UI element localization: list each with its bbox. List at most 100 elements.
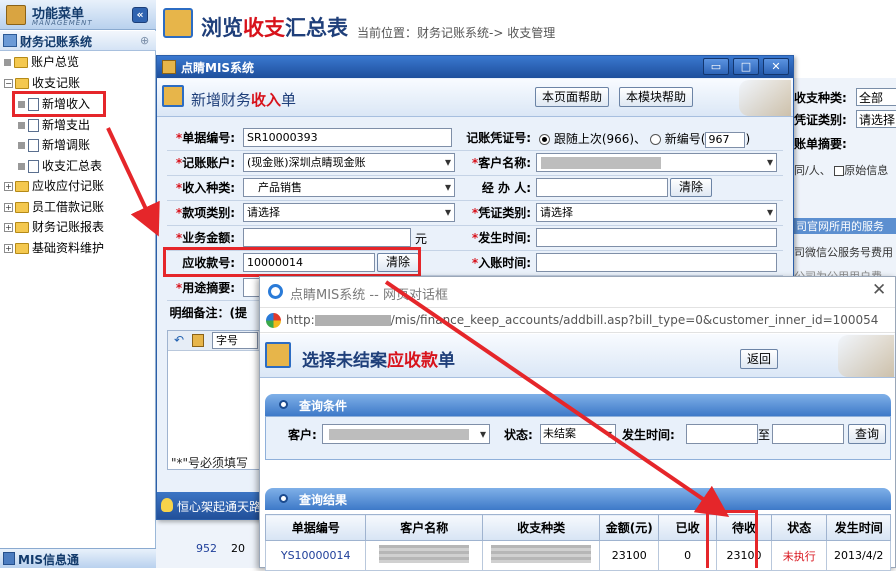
form-row: *款项类别: 请选择 *凭证类别: 请选择 xyxy=(167,201,783,226)
expand-node-icon[interactable]: + xyxy=(4,223,13,232)
remark-label: 明细备注：(提 xyxy=(169,306,248,320)
bg-type-select[interactable]: 全部 xyxy=(856,88,896,106)
query-panel: 客户: 状态: 未结案 发生时间: 至 查询 xyxy=(265,416,891,460)
bill-no-field[interactable]: SR10000393 xyxy=(243,128,452,147)
query-button[interactable]: 查询 xyxy=(848,424,887,444)
dialog-title-post: 单 xyxy=(281,91,297,109)
page-title-red: 收支 xyxy=(243,16,285,40)
tree-item-label: 员工借款记账 xyxy=(32,200,105,214)
voucher-no-label: 记账凭证号: xyxy=(466,131,531,145)
follow-last-radio[interactable] xyxy=(539,134,550,145)
new-number-radio[interactable] xyxy=(649,134,661,145)
address-bar: http: /mis/finance_keep_accounts/addbill.… xyxy=(260,307,895,333)
dialog2-header: 选择未结案应收款单 返回 xyxy=(260,334,895,378)
account-label: *记账账户: xyxy=(175,156,235,170)
account-label-text: 记账账户: xyxy=(182,156,235,170)
sidebar-bottom-tab[interactable]: MIS信息通 xyxy=(0,548,156,568)
column-header: 单据编号 xyxy=(264,514,367,541)
amount-cell: 23100 xyxy=(598,540,660,571)
folder-icon xyxy=(15,181,29,192)
follow-last-label: 跟随上次(966)、 xyxy=(553,132,647,146)
table-row[interactable]: YS10000014 23100 0 23100 未执行 2013/4/2 xyxy=(264,540,891,571)
new-number-paren: ) xyxy=(745,132,751,146)
folder-icon xyxy=(15,243,29,254)
maximize-window-button[interactable]: □ xyxy=(733,58,759,75)
collapse-node-icon[interactable]: − xyxy=(4,79,13,88)
pin-icon[interactable]: ⊕ xyxy=(140,34,149,47)
paste-icon[interactable] xyxy=(192,334,204,347)
tree-item-finance-report[interactable]: + 财务记账报表 xyxy=(4,217,104,237)
amount-field[interactable] xyxy=(243,228,411,247)
back-button[interactable]: 返回 xyxy=(740,349,779,369)
dialog-title: 新增财务收入单 xyxy=(191,89,296,110)
bg-voucher-label: 凭证类别: xyxy=(794,113,847,127)
time-start-input[interactable] xyxy=(686,424,758,444)
dialog-titlebar[interactable]: 点睛MIS系统 ▭ □ ✕ xyxy=(157,56,793,78)
tree-item-label: 新增支出 xyxy=(42,118,91,132)
close-window-button[interactable]: ✕ xyxy=(763,58,789,75)
tree-item-label: 应收应付记账 xyxy=(32,179,105,193)
status-cell: 未执行 xyxy=(771,540,828,571)
expand-node-icon[interactable]: + xyxy=(4,203,13,212)
bill-no-label: *单据编号: xyxy=(175,131,235,145)
bg-orig-checkbox[interactable] xyxy=(834,166,845,176)
bg-voucher-select[interactable]: 请选择 xyxy=(856,110,896,128)
customer-filter-select[interactable] xyxy=(322,424,490,444)
amount-unit: 元 xyxy=(415,232,428,246)
expand-node-icon[interactable]: + xyxy=(4,244,13,253)
restore-window-button[interactable]: ▭ xyxy=(703,58,729,75)
font-size-select[interactable]: 字号 xyxy=(212,332,258,349)
tree-item-base-data[interactable]: + 基础资料维护 xyxy=(4,238,104,258)
dialog2-titlebar[interactable]: 点睛MIS系统 -- 网页对话框 ✕ xyxy=(260,277,895,307)
tree-item-label: 新增调账 xyxy=(42,138,91,152)
panel-bullet-icon xyxy=(279,494,288,503)
tree-item-income-expense[interactable]: − 收支记账 xyxy=(4,73,80,93)
page-help-button[interactable]: 本页面帮助 xyxy=(535,87,610,107)
menu-logo-icon xyxy=(6,5,26,25)
voucher-no-options: 跟随上次(966)、 新编号(967) xyxy=(539,130,750,148)
tree-item-new-adjustment[interactable]: 新增调账 xyxy=(18,135,90,155)
bill-id-link[interactable]: YS10000014 xyxy=(264,540,367,571)
bg-row-id[interactable]: 952 xyxy=(196,542,217,555)
expand-node-icon[interactable]: + xyxy=(4,182,13,191)
bg-orig-label: 原始信息 xyxy=(844,164,889,177)
status-filter-label: 状态: xyxy=(504,428,533,442)
dialog-window-title: 点睛MIS系统 xyxy=(181,61,255,75)
entry-time-field[interactable] xyxy=(536,253,777,272)
customer-select[interactable] xyxy=(536,153,777,172)
bg-summary-row: 账单摘要: xyxy=(790,132,896,156)
sidebar-section-header[interactable]: 财务记账系统 ⊕ xyxy=(0,31,156,51)
ie-icon xyxy=(268,284,283,299)
column-header: 金额(元) xyxy=(598,514,660,541)
tree-item-new-expense[interactable]: 新增支出 xyxy=(18,115,90,135)
collapse-sidebar-button[interactable]: « xyxy=(132,7,148,23)
close-dialog-icon[interactable]: ✕ xyxy=(872,280,886,300)
undo-icon[interactable]: ↶ xyxy=(174,333,184,347)
category-label: *款项类别: xyxy=(175,206,235,220)
new-number-input[interactable]: 967 xyxy=(705,131,746,148)
income-type-select[interactable]: 产品销售 xyxy=(243,178,455,197)
folder-icon xyxy=(15,222,29,233)
tree-item-receivable-payable[interactable]: + 应收应付记账 xyxy=(4,176,104,196)
tree-item-summary[interactable]: 收支汇总表 xyxy=(18,156,102,176)
highlight-receivable-row xyxy=(163,247,421,277)
handler-clear-button[interactable]: 清除 xyxy=(670,178,713,197)
voucher-type-select[interactable]: 请选择 xyxy=(536,203,777,222)
dialog-header: 新增财务收入单 本页面帮助 本模块帮助 xyxy=(157,79,793,117)
required-note-text: "*"号必须填写 xyxy=(171,456,249,470)
status-filter-select[interactable]: 未结案 xyxy=(540,424,616,444)
query-panel-header: 查询条件 xyxy=(265,394,891,416)
tree-dot-icon xyxy=(18,163,25,170)
sidebar-subtitle: MANAGEMENT xyxy=(32,19,93,27)
select-receivable-dialog: 点睛MIS系统 -- 网页对话框 ✕ http: /mis/finance_kee… xyxy=(259,276,896,571)
account-select[interactable]: (现金账)深圳点睛现金账 xyxy=(243,153,455,172)
time-end-input[interactable] xyxy=(772,424,844,444)
handler-field[interactable] xyxy=(536,178,668,197)
category-select[interactable]: 请选择 xyxy=(243,203,455,222)
tree-item-employee-loan[interactable]: + 员工借款记账 xyxy=(4,197,104,217)
occur-time-field[interactable] xyxy=(536,228,777,247)
voucher-type-label-text: 凭证类别: xyxy=(478,206,531,220)
module-help-button[interactable]: 本模块帮助 xyxy=(619,87,694,107)
dialog-title-pre: 新增财务 xyxy=(191,91,252,109)
tree-item-account-overview[interactable]: 账户总览 xyxy=(4,52,79,72)
